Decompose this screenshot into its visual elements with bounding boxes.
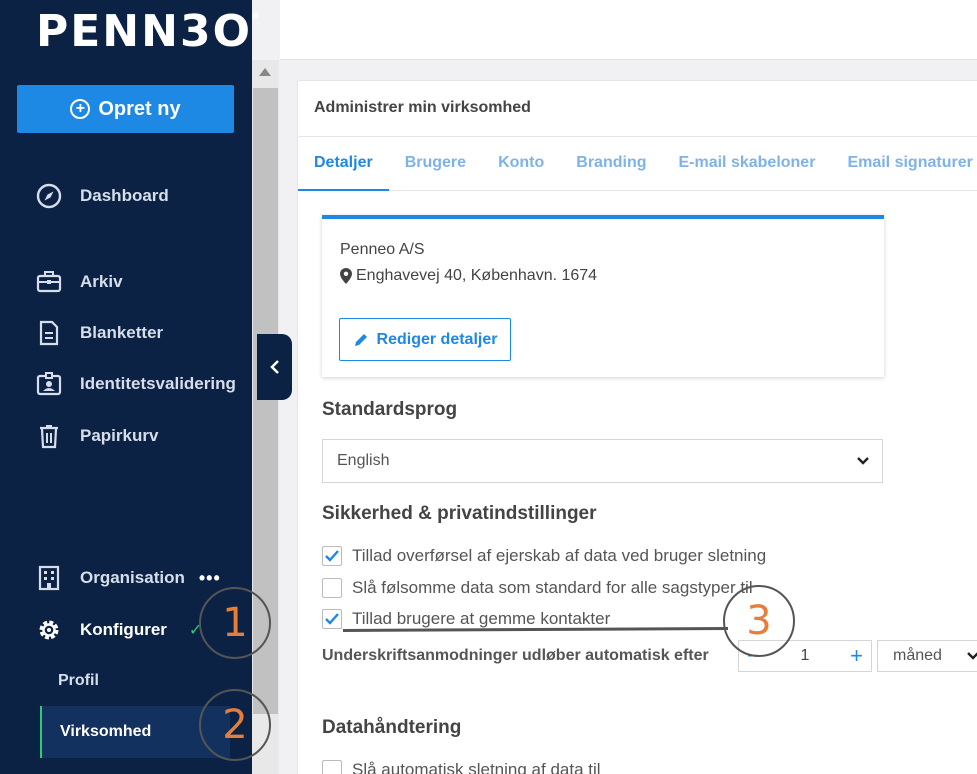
edit-details-label: Rediger detaljer <box>376 330 498 348</box>
trash-icon <box>34 421 64 451</box>
chevron-down-icon <box>857 457 869 465</box>
sidebar-item-dashboard[interactable]: Dashboard <box>0 176 252 216</box>
create-new-button[interactable]: + Opret ny <box>17 85 234 133</box>
save-contacts-checkbox[interactable] <box>322 609 342 629</box>
sidebar-subitem-label: Profil <box>58 672 99 689</box>
plus-circle-icon: + <box>70 99 91 119</box>
chevron-down-icon <box>967 652 977 660</box>
checkbox-label: Slå følsomme data som standard for alle … <box>352 578 753 597</box>
tab-konto[interactable]: Konto <box>482 137 560 191</box>
briefcase-icon <box>34 267 64 297</box>
option-auto-delete: Slå automatisk sletning af data til <box>322 760 601 774</box>
expire-label: Underskriftsanmodninger udløber automati… <box>322 647 709 664</box>
transfer-ownership-checkbox[interactable] <box>322 546 342 566</box>
tab-email-skabeloner[interactable]: E-mail skabeloner <box>662 137 831 191</box>
company-name: Penneo A/S <box>340 241 425 258</box>
auto-delete-checkbox[interactable] <box>322 760 342 774</box>
checkbox-label: Tillad overførsel af ejerskab af data ve… <box>352 546 767 565</box>
language-section-title: Standardsprog <box>322 399 458 420</box>
collapse-sidebar-button[interactable] <box>257 334 292 400</box>
top-bar <box>280 0 977 60</box>
annotation-marker-2: 2 <box>199 689 271 761</box>
create-new-label: Opret ny <box>98 97 181 120</box>
sidebar-item-arkiv[interactable]: Arkiv <box>0 262 252 302</box>
option-transfer-ownership: Tillad overførsel af ejerskab af data ve… <box>322 546 766 566</box>
sidebar-item-label: Organisation <box>80 568 185 587</box>
option-save-contacts: Tillad brugere at gemme kontakter <box>322 609 610 629</box>
checkbox-label: Slå automatisk sletning af data til <box>352 760 601 774</box>
expire-value[interactable]: 1 <box>801 647 810 665</box>
company-settings-card: Administrer min virksomhed Detaljer Brug… <box>297 80 977 774</box>
tab-email-signaturer[interactable]: Email signaturer <box>831 137 977 191</box>
company-address: Enghavevej 40, København. 1674 <box>340 267 597 285</box>
gear-icon <box>34 615 64 645</box>
id-badge-icon <box>34 369 64 399</box>
data-handling-section-title: Datahåndtering <box>322 717 462 738</box>
sidebar-item-identitetsvalidering[interactable]: Identitetsvalidering <box>0 364 252 404</box>
pencil-icon <box>354 333 367 346</box>
page-title: Administrer min virksomhed <box>298 81 977 137</box>
sensitive-data-checkbox[interactable] <box>322 578 342 598</box>
company-details-box: Penneo A/S Enghavevej 40, København. 167… <box>322 215 884 377</box>
security-section-title: Sikkerhed & privatindstillinger <box>322 503 597 524</box>
tab-brugere[interactable]: Brugere <box>389 137 482 191</box>
annotation-marker-3: 3 <box>723 585 795 657</box>
expire-unit-select[interactable]: måned <box>877 640 977 672</box>
tab-detaljer[interactable]: Detaljer <box>298 137 389 191</box>
checkmark-icon <box>325 550 339 562</box>
language-select-value: English <box>337 452 390 469</box>
penneo-logo[interactable]: PENN3O ® <box>36 6 260 57</box>
expire-unit-value: måned <box>893 647 942 664</box>
chevron-left-icon <box>269 360 279 374</box>
sidebar-subitem-label: Virksomhed <box>60 723 152 740</box>
sidebar-item-label: Konfigurer <box>80 620 167 639</box>
edit-details-button[interactable]: Rediger detaljer <box>339 318 511 361</box>
sidebar-item-papirkurv[interactable]: Papirkurv <box>0 416 252 456</box>
document-icon <box>34 318 64 348</box>
sidebar: PENN3O ® + Opret ny Dashboard Arkiv Blank… <box>0 0 260 774</box>
scroll-up-icon[interactable] <box>259 68 271 76</box>
language-select[interactable]: English <box>322 439 883 483</box>
map-marker-icon <box>340 268 352 284</box>
sidebar-scrollbar[interactable] <box>252 60 279 774</box>
sidebar-item-label: Papirkurv <box>80 426 159 445</box>
settings-tabs: Detaljer Brugere Konto Branding E-mail s… <box>298 137 977 191</box>
sidebar-subitem-profil[interactable]: Profil <box>40 656 230 706</box>
building-icon <box>34 563 64 593</box>
more-options-icon[interactable]: ••• <box>199 568 221 589</box>
increment-button[interactable]: + <box>850 645 863 667</box>
sidebar-item-label: Identitetsvalidering <box>80 374 236 393</box>
compass-icon <box>34 181 64 211</box>
sidebar-item-blanketter[interactable]: Blanketter <box>0 313 252 353</box>
annotation-marker-1: 1 <box>199 587 271 659</box>
sidebar-item-label: Blanketter <box>80 323 164 342</box>
sidebar-item-label: Dashboard <box>80 186 169 205</box>
checkbox-label: Tillad brugere at gemme kontakter <box>352 609 611 628</box>
sidebar-item-label: Arkiv <box>80 272 123 291</box>
company-address-text: Enghavevej 40, København. 1674 <box>356 267 598 284</box>
checkmark-icon <box>325 613 339 625</box>
tab-branding[interactable]: Branding <box>560 137 662 191</box>
option-sensitive-data: Slå følsomme data som standard for alle … <box>322 578 753 598</box>
